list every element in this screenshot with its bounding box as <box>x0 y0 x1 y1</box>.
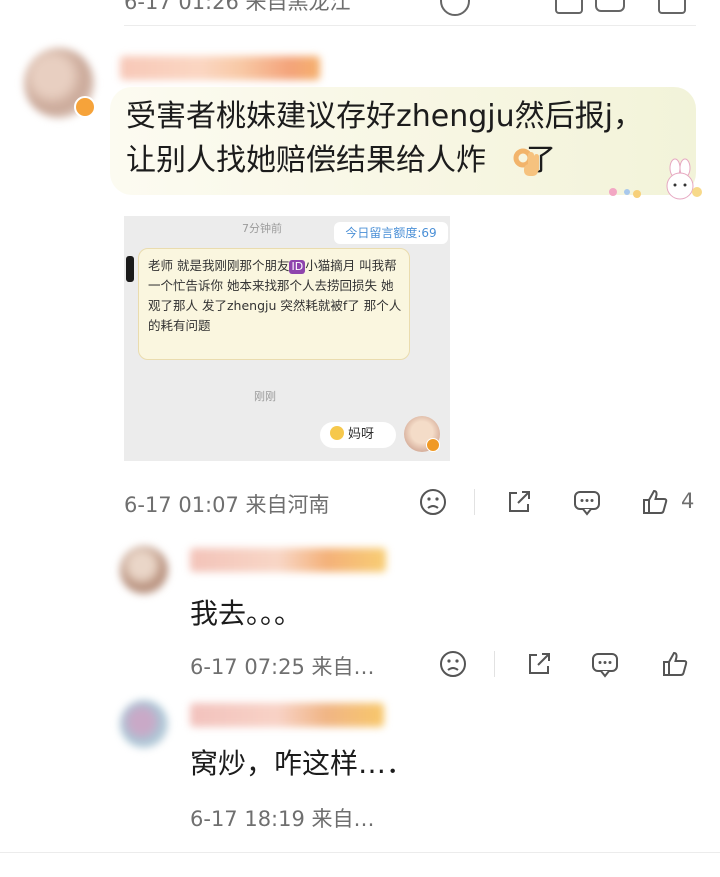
comment-icon[interactable] <box>572 487 602 517</box>
share-icon[interactable] <box>555 0 583 14</box>
share-icon[interactable] <box>504 487 534 517</box>
like-icon[interactable] <box>658 0 686 14</box>
reply-meta: 6-17 07:25 来自… <box>190 655 375 679</box>
username-blurred[interactable] <box>190 703 384 727</box>
dislike-icon[interactable] <box>438 649 468 679</box>
like-icon[interactable] <box>640 487 670 517</box>
comment-meta: 6-17 01:07 来自河南 <box>124 493 330 517</box>
comment-icon[interactable] <box>595 0 625 12</box>
separator <box>494 651 495 677</box>
reply-action-row: 6-17 07:25 来自… <box>0 648 720 684</box>
divider <box>0 852 720 853</box>
reply-text: 我去。。。 <box>190 597 303 630</box>
dislike-icon[interactable] <box>440 0 470 16</box>
comment-icon[interactable] <box>590 649 620 679</box>
screenshot-timestamp: 7分钟前 <box>242 222 282 235</box>
verified-badge-icon <box>426 438 440 452</box>
reply-meta: 6-17 18:19 来自… <box>190 807 375 831</box>
previous-comment-meta: 6-17 01:26 来自黑龙江 <box>124 0 351 14</box>
image-edge-mark <box>126 256 134 282</box>
id-icon: ID <box>289 260 306 274</box>
separator <box>474 489 475 515</box>
divider <box>124 25 696 26</box>
screenshot-message-text: 老师 就是我刚刚那个朋友 ID 小猫摘月 叫我帮一个忙告诉你 她本来找那个人去捞回损… <box>148 256 404 336</box>
comment-text-part: 让别人找她赔偿结果给人炸 <box>126 143 486 178</box>
comment-text-line1: 受害者桃妹建议存好zhengju然后报j， <box>126 99 643 134</box>
bubble-decoration-bunny-icon <box>605 158 705 206</box>
screenshot-reply-chip: 妈呀 <box>320 422 396 448</box>
reply-text: 窝炒，咋这样…． <box>190 747 415 780</box>
avatar[interactable] <box>120 700 168 748</box>
screenshot-reply-text: 妈呀 <box>348 427 375 442</box>
screenshot-quota-label: 今日留言额度:69 <box>334 222 448 244</box>
username-blurred[interactable] <box>120 56 320 80</box>
comment-text-line2: 让别人找她赔偿结果给人炸了 <box>126 140 556 182</box>
like-count: 4 <box>681 489 695 513</box>
previous-comment-meta-row: 6-17 01:26 来自黑龙江 <box>0 0 720 26</box>
reply-action-row: 6-17 18:19 来自… <box>0 800 720 836</box>
verified-badge-icon <box>74 96 96 118</box>
screenshot-timestamp: 刚刚 <box>254 390 276 403</box>
username-blurred[interactable] <box>190 548 386 572</box>
attached-screenshot[interactable]: 7分钟前 今日留言额度:69 老师 就是我刚刚那个朋友 ID 小猫摘月 叫我帮一个忙… <box>124 216 450 461</box>
like-icon[interactable] <box>660 649 690 679</box>
avatar[interactable] <box>120 546 168 594</box>
smile-emoji-icon <box>330 426 344 440</box>
comment-action-row: 6-17 01:07 来自河南 4 <box>0 486 720 522</box>
screenshot-message-part: 老师 就是我刚刚那个朋友 <box>148 258 290 273</box>
dislike-icon[interactable] <box>418 487 448 517</box>
share-icon[interactable] <box>524 649 554 679</box>
ok-hand-emoji <box>510 144 544 178</box>
